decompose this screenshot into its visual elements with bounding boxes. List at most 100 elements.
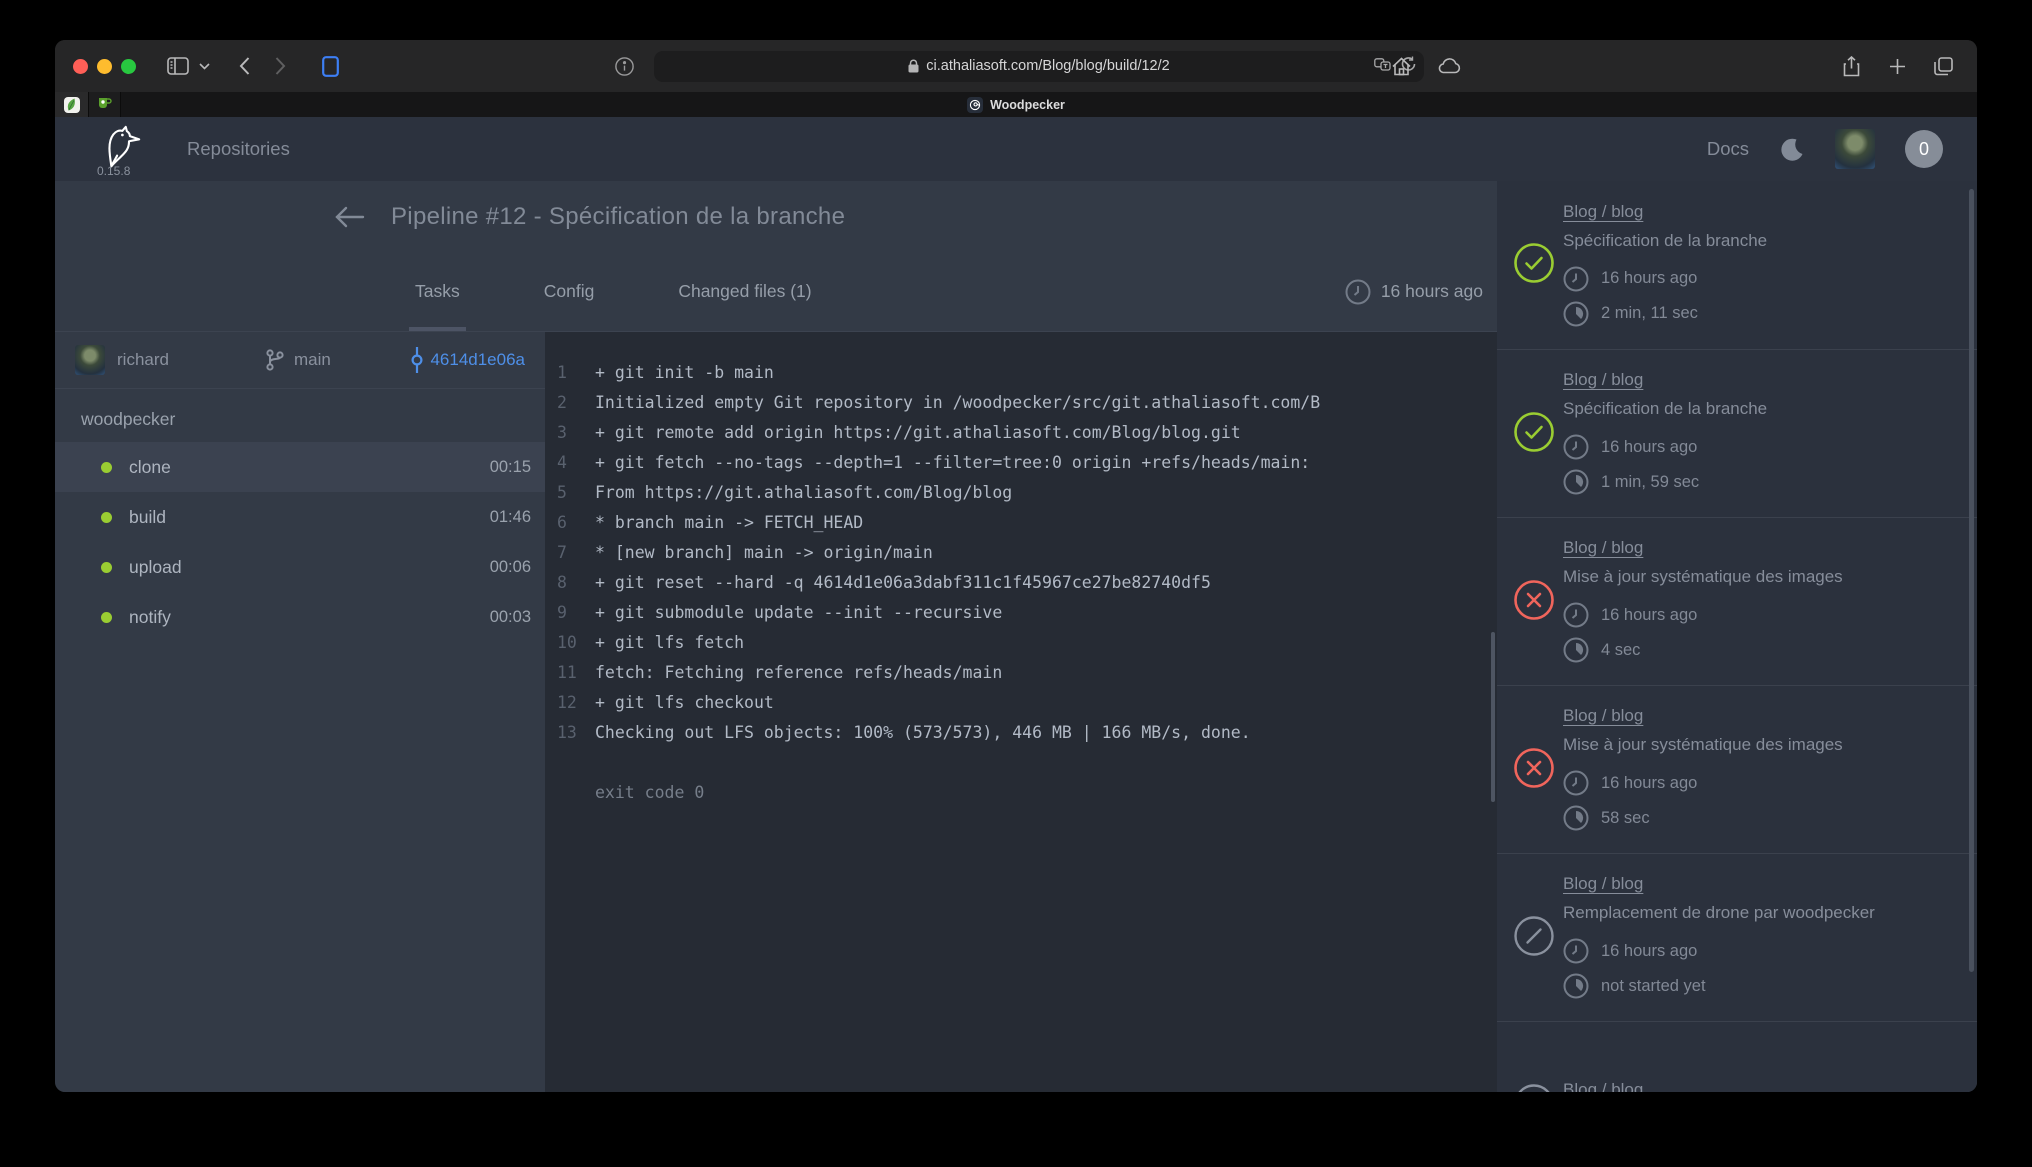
traffic-lights: [73, 59, 136, 74]
forward-button[interactable]: [264, 51, 296, 81]
zoom-window-button[interactable]: [121, 59, 136, 74]
build-repo-link[interactable]: Blog / blog: [1563, 706, 1643, 726]
log-line: 7* [new branch] main -> origin/main: [557, 538, 1497, 568]
success-status-icon: [1505, 411, 1563, 453]
exit-code: exit code 0: [557, 778, 1497, 808]
notification-badge[interactable]: 0: [1905, 130, 1943, 168]
nav-repositories[interactable]: Repositories: [187, 138, 290, 160]
sidebar-scrollbar[interactable]: [1969, 189, 1974, 972]
build-entry[interactable]: Blog / blogMise à jour systématique des …: [1497, 517, 1977, 685]
log-line-number: 12: [557, 688, 595, 718]
step-duration: 00:03: [490, 608, 531, 627]
branch-name[interactable]: main: [294, 350, 331, 370]
step-build[interactable]: build01:46: [55, 492, 545, 542]
build-entry[interactable]: Blog / blog Spécification de la branche 16…: [1497, 349, 1977, 517]
build-repo-link[interactable]: Blog / blog: [1563, 1080, 1643, 1092]
clock-icon: [1563, 938, 1589, 964]
build-entry[interactable]: Blog / blogRemplacement de drone par woo…: [1497, 853, 1977, 1021]
log-scrollbar[interactable]: [1491, 632, 1495, 802]
page-title: Pipeline #12 - Spécification de la branc…: [391, 203, 845, 231]
build-time-row: 16 hours ago: [1563, 770, 1967, 796]
build-repo-link[interactable]: Blog / blog: [1563, 874, 1643, 894]
build-repo-link[interactable]: Blog / blog: [1563, 202, 1643, 222]
step-duration: 00:06: [490, 558, 531, 577]
build-duration: 2 min, 11 sec: [1601, 304, 1698, 323]
app-version: 0.15.8: [97, 164, 130, 178]
new-tab-icon[interactable]: [1881, 51, 1913, 81]
failure-status-icon: [1505, 747, 1563, 789]
close-window-button[interactable]: [73, 59, 88, 74]
woodpecker-logo[interactable]: 0.15.8: [95, 122, 145, 176]
sidebar-toggle-icon[interactable]: [162, 51, 194, 81]
build-time: 16 hours ago: [1601, 438, 1697, 457]
build-repo-link[interactable]: Blog / blog: [1563, 538, 1643, 558]
builds-sidebar: Blog / blog Spécification de la branche 16…: [1497, 181, 1977, 1092]
step-name: build: [129, 507, 166, 528]
minimize-window-button[interactable]: [97, 59, 112, 74]
build-time-row: 16 hours ago: [1563, 434, 1967, 460]
log-line-text: * [new branch] main -> origin/main: [595, 538, 933, 568]
build-time: 16 hours ago: [1601, 942, 1697, 961]
log-line-text: + git submodule update --init --recursiv…: [595, 598, 1002, 628]
pending-status-icon: [1505, 915, 1563, 957]
log-line-text: + git lfs checkout: [595, 688, 774, 718]
build-repo-link[interactable]: Blog / blog: [1563, 370, 1643, 390]
step-name: upload: [129, 557, 182, 578]
step-upload[interactable]: upload 00:06: [55, 542, 545, 592]
back-arrow-icon[interactable]: [335, 206, 365, 228]
commit-sha[interactable]: 4614d1e06a: [430, 350, 525, 370]
clock-icon: [1345, 279, 1371, 305]
clock-icon: [1563, 770, 1589, 796]
step-list: clone00:15build01:46 upload 00:06 notify00:…: [55, 442, 545, 642]
dark-mode-toggle-moon-icon[interactable]: [1779, 136, 1805, 162]
back-button[interactable]: [228, 51, 260, 81]
browser-window: ci.athaliasoft.com/Blog/blog/build/12/2: [55, 40, 1977, 1092]
log-line-number: 2: [557, 388, 595, 418]
build-entry[interactable]: Blog / blogRemplacement de drone par woo…: [1497, 1021, 1977, 1092]
nav-docs[interactable]: Docs: [1707, 138, 1749, 160]
home-icon[interactable]: [1385, 51, 1417, 81]
tab-config[interactable]: Config: [544, 252, 595, 331]
author-avatar: [75, 345, 105, 375]
workflow-name: woodpecker: [55, 389, 545, 442]
log-line-number: 6: [557, 508, 595, 538]
reader-info-icon[interactable]: [608, 51, 640, 81]
workflow-panel: richard main: [55, 332, 545, 1092]
log-line: 4+ git fetch --no-tags --depth=1 --filte…: [557, 448, 1497, 478]
tab-changed-files[interactable]: Changed files (1): [678, 252, 811, 331]
build-commit-message: Spécification de la branche: [1563, 399, 1967, 419]
step-status-dot: [101, 512, 112, 523]
log-line-text: + git fetch --no-tags --depth=1 --filter…: [595, 448, 1310, 478]
build-time-row: 16 hours ago: [1563, 266, 1967, 292]
active-tab[interactable]: Woodpecker: [55, 92, 1977, 117]
log-line-number: 3: [557, 418, 595, 448]
tab-overview-icon[interactable]: [1927, 51, 1959, 81]
build-entry[interactable]: Blog / blogSpécification de la branche16…: [1497, 181, 1977, 349]
tab-tasks[interactable]: Tasks: [415, 252, 460, 331]
build-duration: 4 sec: [1601, 641, 1640, 660]
log-line-number: 4: [557, 448, 595, 478]
log-line-text: Initialized empty Git repository in /woo…: [595, 388, 1320, 418]
clock-icon: [1563, 602, 1589, 628]
failure-status-icon: [1505, 579, 1563, 621]
step-status-dot: [101, 562, 112, 573]
build-time-row: 16 hours ago: [1563, 602, 1967, 628]
build-duration-row: 1 min, 59 sec: [1563, 469, 1967, 495]
build-time: 16 hours ago: [1601, 606, 1697, 625]
log-line: 2Initialized empty Git repository in /wo…: [557, 388, 1497, 418]
git-commit-icon: [410, 347, 424, 373]
duration-icon: [1563, 469, 1589, 495]
share-icon[interactable]: [1835, 51, 1867, 81]
address-bar[interactable]: ci.athaliasoft.com/Blog/blog/build/12/2: [654, 51, 1424, 82]
log-line-number: 5: [557, 478, 595, 508]
start-page-icon[interactable]: [314, 51, 346, 81]
log-line: 8+ git reset --hard -q 4614d1e06a3dabf31…: [557, 568, 1497, 598]
build-entry[interactable]: Blog / blogMise à jour systématique des …: [1497, 685, 1977, 853]
sidebar-chevron-icon[interactable]: [194, 51, 214, 81]
icloud-tabs-icon[interactable]: [1433, 51, 1465, 81]
build-time-row: 16 hours ago: [1563, 938, 1967, 964]
step-notify[interactable]: notify00:03: [55, 592, 545, 642]
step-clone[interactable]: clone00:15: [55, 442, 545, 492]
user-avatar[interactable]: [1835, 129, 1875, 169]
pipeline-main: Pipeline #12 - Spécification de la branc…: [55, 181, 1497, 1092]
